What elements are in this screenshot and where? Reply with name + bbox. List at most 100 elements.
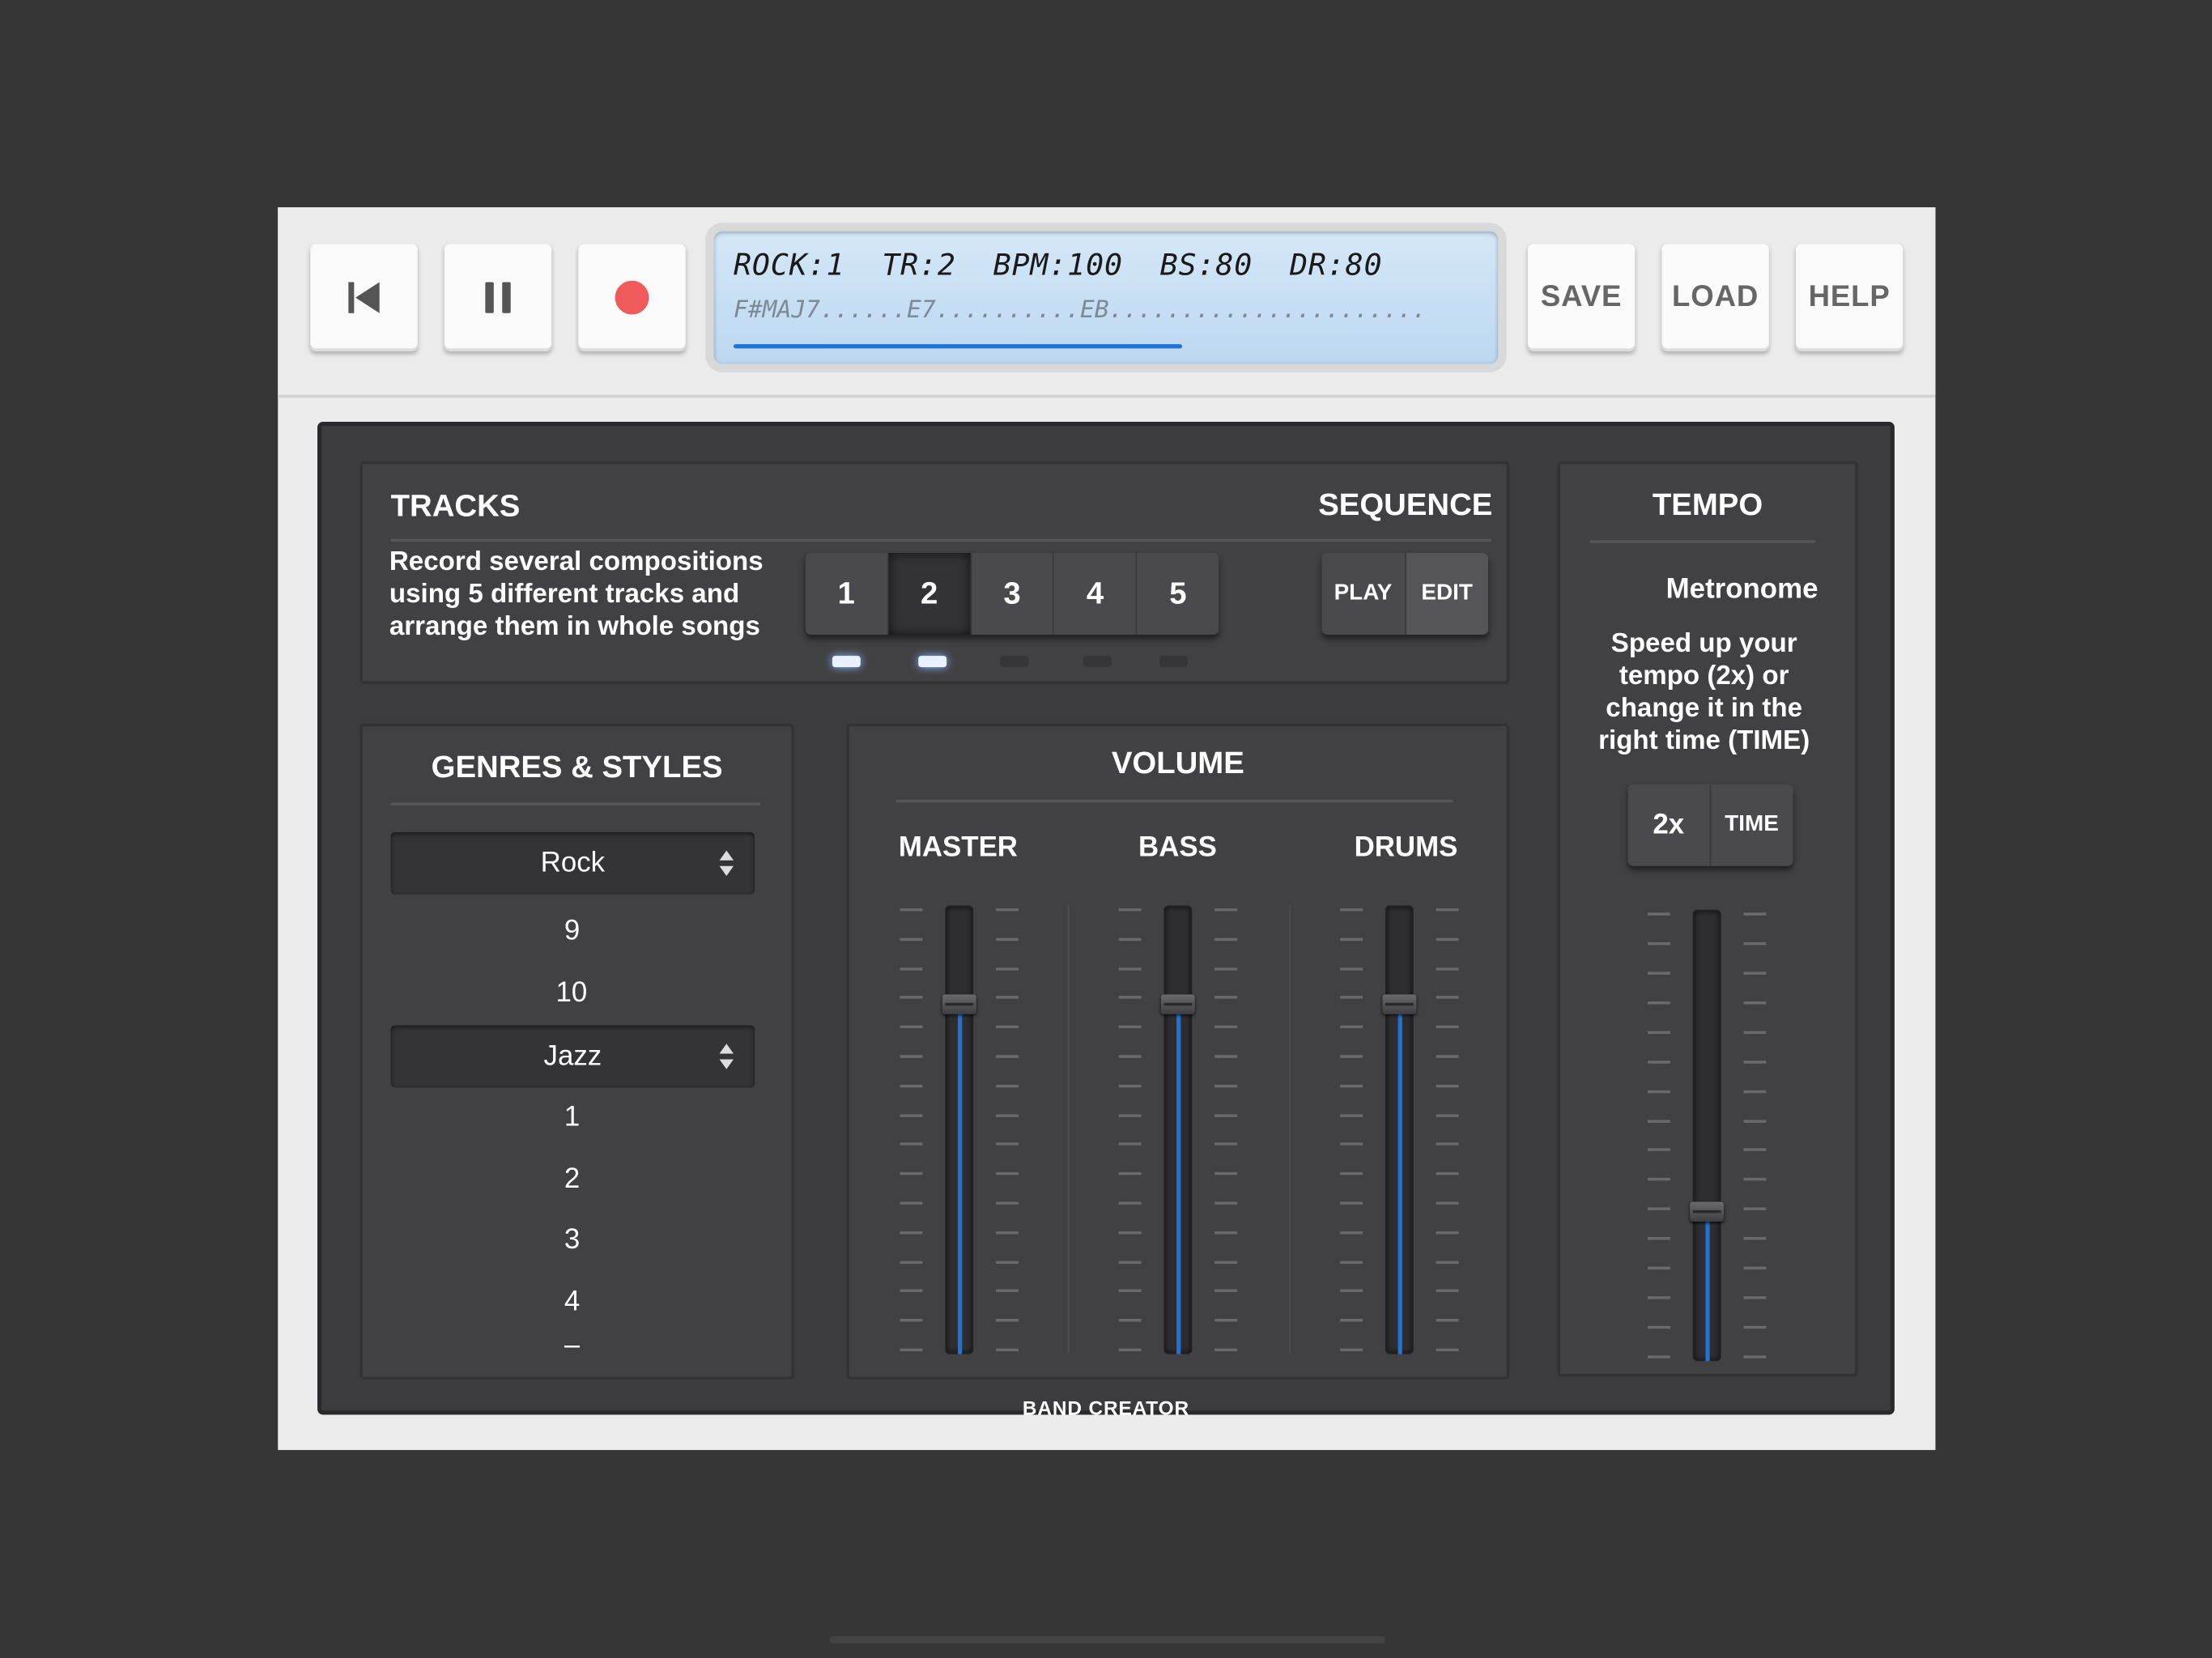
genre-select-rock-value: Rock: [540, 847, 606, 878]
select-arrows-icon: [719, 850, 734, 876]
tempo-fader-tick: [1743, 1031, 1767, 1035]
master-fader-tick: [996, 1319, 1019, 1322]
bass-fader-tick: [1214, 967, 1237, 971]
style-option-2[interactable]: 2: [564, 1163, 580, 1196]
track-button-2[interactable]: 2: [888, 552, 972, 636]
load-button[interactable]: LOAD: [1661, 244, 1769, 351]
rewind-button[interactable]: [310, 244, 418, 351]
bass-fader-tick: [1118, 1231, 1142, 1235]
drums-fader-tick: [1436, 937, 1459, 942]
bass-fader-tick: [1118, 1055, 1142, 1058]
sequence-edit-button[interactable]: EDIT: [1406, 552, 1489, 636]
master-fader-tick: [996, 1231, 1019, 1235]
drums-fader-tick: [1436, 1084, 1459, 1088]
tempo-fader-knob[interactable]: [1690, 1202, 1725, 1222]
tempo-fader-tick: [1648, 1177, 1670, 1181]
channel-divider: [1289, 905, 1291, 1354]
tempo-fader-tick: [1648, 1061, 1670, 1064]
track-button-1[interactable]: 1: [806, 552, 889, 636]
genre-select-jazz[interactable]: Jazz: [390, 1025, 755, 1088]
tempo-fader-tick: [1648, 1266, 1670, 1270]
tempo-2x-button[interactable]: 2x: [1628, 784, 1711, 866]
style-option-1[interactable]: 1: [564, 1102, 580, 1134]
master-fader-tick: [996, 1261, 1019, 1265]
track-button-4[interactable]: 4: [1054, 552, 1138, 636]
tempo-time-button[interactable]: TIME: [1711, 784, 1793, 866]
bass-fader-tick: [1118, 1084, 1142, 1088]
sequence-controls: PLAY EDIT: [1321, 552, 1489, 636]
bass-fader-tick: [1118, 937, 1142, 942]
drums-fader-tick: [1340, 1289, 1363, 1292]
bass-fader-tick: [1214, 908, 1237, 912]
genre-option-10[interactable]: 10: [555, 977, 587, 1010]
tempo-fader-tick: [1648, 942, 1670, 946]
bass-fader-tick: [1214, 1261, 1237, 1265]
master-fader-tick: [900, 937, 923, 942]
drums-fader-tick: [1340, 1319, 1363, 1322]
bass-label: BASS: [1138, 831, 1217, 864]
style-option-3[interactable]: 3: [564, 1224, 580, 1256]
volume-divider: [895, 799, 1453, 803]
master-fader-tick: [996, 937, 1019, 942]
drums-fader-tick: [1340, 1142, 1363, 1146]
master-fader-tick: [900, 1025, 923, 1029]
master-fader-tick: [996, 1289, 1019, 1292]
track-button-3[interactable]: 3: [972, 552, 1055, 636]
tempo-title: TEMPO: [1652, 487, 1763, 522]
sequence-play-button[interactable]: PLAY: [1322, 552, 1406, 636]
tempo-fader-tick: [1743, 1148, 1767, 1151]
genre-option-9[interactable]: 9: [564, 916, 580, 948]
genres-divider: [390, 802, 761, 806]
tempo-fader-tick: [1743, 1325, 1767, 1329]
style-option-5[interactable]: –: [564, 1330, 580, 1353]
toolbar: ROCK:1 TR:2 BPM:100 BS:80 DR:80 F#MAJ7..…: [278, 207, 1936, 398]
help-button[interactable]: HELP: [1795, 244, 1904, 351]
lcd-status-line: ROCK:1 TR:2 BPM:100 BS:80 DR:80: [733, 248, 1383, 283]
tempo-fader-tick: [1648, 1090, 1670, 1094]
drums-fader-knob[interactable]: [1382, 994, 1417, 1014]
bass-fader-tick: [1118, 1289, 1142, 1292]
master-fader-tick: [996, 1201, 1019, 1205]
track-led-5: [1159, 656, 1189, 668]
master-fader-knob[interactable]: [942, 994, 976, 1014]
tempo-fader-tick: [1648, 1148, 1670, 1151]
metronome-label: Metronome: [1665, 574, 1819, 606]
tempo-fader-tick: [1743, 1090, 1767, 1094]
select-arrows-icon: [719, 1044, 734, 1069]
style-option-4[interactable]: 4: [564, 1286, 580, 1319]
drums-fader-tick: [1436, 908, 1459, 912]
bass-fader-tick: [1214, 1348, 1237, 1352]
tempo-fader-tick: [1743, 1061, 1767, 1064]
master-fader-tick: [900, 1261, 923, 1265]
drums-fader-tick: [1436, 1261, 1459, 1265]
master-fader-tick: [900, 967, 923, 971]
bass-fader-tick: [1118, 1201, 1142, 1205]
track-selector: 1 2 3 4 5: [805, 552, 1219, 636]
tracks-description: Record several compositions using 5 diff…: [389, 547, 764, 642]
tempo-fader-tick: [1648, 1001, 1670, 1005]
genre-select-rock[interactable]: Rock: [390, 831, 755, 895]
master-fader-tick: [996, 1171, 1019, 1175]
drums-fader-tick: [1340, 1055, 1363, 1058]
master-fader-tick: [900, 996, 923, 999]
drums-fader-tick: [1340, 996, 1363, 999]
bass-fader-tick: [1214, 1231, 1237, 1235]
tempo-fader-tick: [1743, 1355, 1767, 1358]
master-fader-tick: [996, 908, 1019, 912]
tempo-fader-tick: [1743, 1120, 1767, 1123]
pause-button[interactable]: [444, 244, 552, 351]
channel-divider: [1067, 905, 1070, 1354]
master-fader-tick: [900, 1084, 923, 1088]
master-fader-level-fill: [958, 1004, 963, 1354]
bass-fader-knob[interactable]: [1160, 994, 1195, 1014]
pause-icon: [485, 282, 511, 313]
track-led-4: [1083, 656, 1112, 668]
track-button-5[interactable]: 5: [1138, 553, 1219, 635]
save-button[interactable]: SAVE: [1527, 244, 1636, 351]
bass-fader-tick: [1118, 996, 1142, 999]
drums-fader-level-fill: [1397, 1004, 1402, 1354]
record-button[interactable]: [578, 244, 686, 351]
skip-back-icon: [348, 282, 380, 313]
tracks-divider: [390, 538, 1491, 542]
drums-fader-tick: [1436, 1171, 1459, 1175]
